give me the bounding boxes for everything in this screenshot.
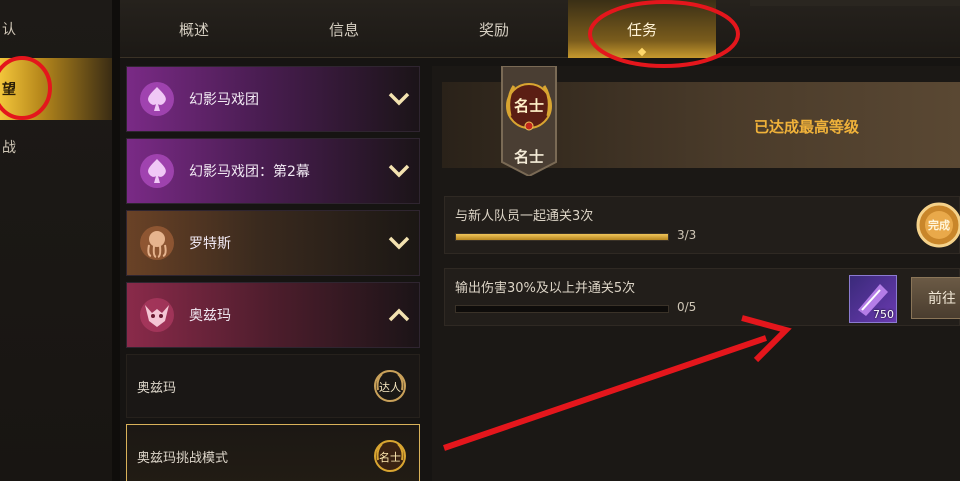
task-row-2: 输出伤害30%及以上并通关5次 0/5 750 前往 <box>444 268 960 326</box>
tab-bar: 概述 信息 奖励 任务 <box>120 0 960 58</box>
go-button[interactable]: 前往 <box>911 277 960 319</box>
demon-mask-icon <box>135 293 179 337</box>
rank-badge-text: 名士 <box>379 450 401 464</box>
tab-rewards[interactable]: 奖励 <box>420 0 568 58</box>
completed-stamp-text: 完成 <box>928 218 950 232</box>
reward-quantity: 750 <box>873 308 894 321</box>
task-progress-text: 3/3 <box>677 228 697 242</box>
task-description: 输出伤害30%及以上并通关5次 <box>455 281 636 296</box>
rank-status: 已达成最高等级 <box>754 118 860 136</box>
task-progress-text: 0/5 <box>677 300 697 314</box>
rank-badge-text: 达人 <box>379 381 401 394</box>
left-divider <box>112 0 120 481</box>
octopus-icon <box>135 221 179 265</box>
left-nav-item-3[interactable]: 战 <box>0 118 112 176</box>
rank-name: 名士 <box>513 148 544 166</box>
tab-missions[interactable]: 任务 <box>568 0 716 58</box>
chevron-down-icon[interactable] <box>379 223 419 263</box>
sub-item-ozma[interactable]: 奥兹玛 达人 <box>126 354 420 418</box>
group-rotus[interactable]: 罗特斯 <box>126 210 420 276</box>
task-progress-fill <box>456 234 668 240</box>
task-progress-bar <box>455 233 669 241</box>
group-phantom-circus-act2[interactable]: 幻影马戏团：第2幕 <box>126 138 420 204</box>
rank-badge-icon: 名士 <box>371 437 409 475</box>
group-ozma[interactable]: 奥兹玛 <box>126 282 420 348</box>
tab-info[interactable]: 信息 <box>270 0 418 58</box>
active-tab-indicator <box>637 47 647 57</box>
left-nav-item-1[interactable]: 认 <box>0 0 112 58</box>
left-nav: 认 望 战 <box>0 0 120 481</box>
chevron-down-icon[interactable] <box>379 79 419 119</box>
reward-item[interactable]: 750 <box>849 275 897 323</box>
rank-emblem-text: 名士 <box>514 97 544 115</box>
top-right-strip <box>750 0 960 6</box>
rank-emblem: 名士 名士 <box>498 65 560 178</box>
chevron-up-icon[interactable] <box>379 295 419 335</box>
mission-panel: 已达成最高等级 名士 名士 与新人队员一起通关3次 3/3 完成 输出伤害30%… <box>432 65 960 481</box>
task-description: 与新人队员一起通关3次 <box>455 209 594 224</box>
sub-item-ozma-challenge[interactable]: 奥兹玛挑战模式 名士 <box>126 424 420 481</box>
task-progress-bar <box>455 305 669 313</box>
rank-badge-icon: 达人 <box>371 367 409 405</box>
dungeon-list: 幻影马戏团 幻影马戏团：第2幕 罗特斯 奥兹玛 奥兹玛 达人 奥兹玛挑战模式 名… <box>126 66 422 481</box>
tab-overview[interactable]: 概述 <box>120 0 268 58</box>
task-row-1: 与新人队员一起通关3次 3/3 完成 <box>444 196 960 254</box>
spade-icon <box>135 77 179 121</box>
chevron-down-icon[interactable] <box>379 151 419 191</box>
spade-icon <box>135 149 179 193</box>
group-phantom-circus[interactable]: 幻影马戏团 <box>126 66 420 132</box>
completed-stamp-icon: 完成 <box>915 201 960 249</box>
left-nav-item-2[interactable]: 望 <box>0 58 112 120</box>
